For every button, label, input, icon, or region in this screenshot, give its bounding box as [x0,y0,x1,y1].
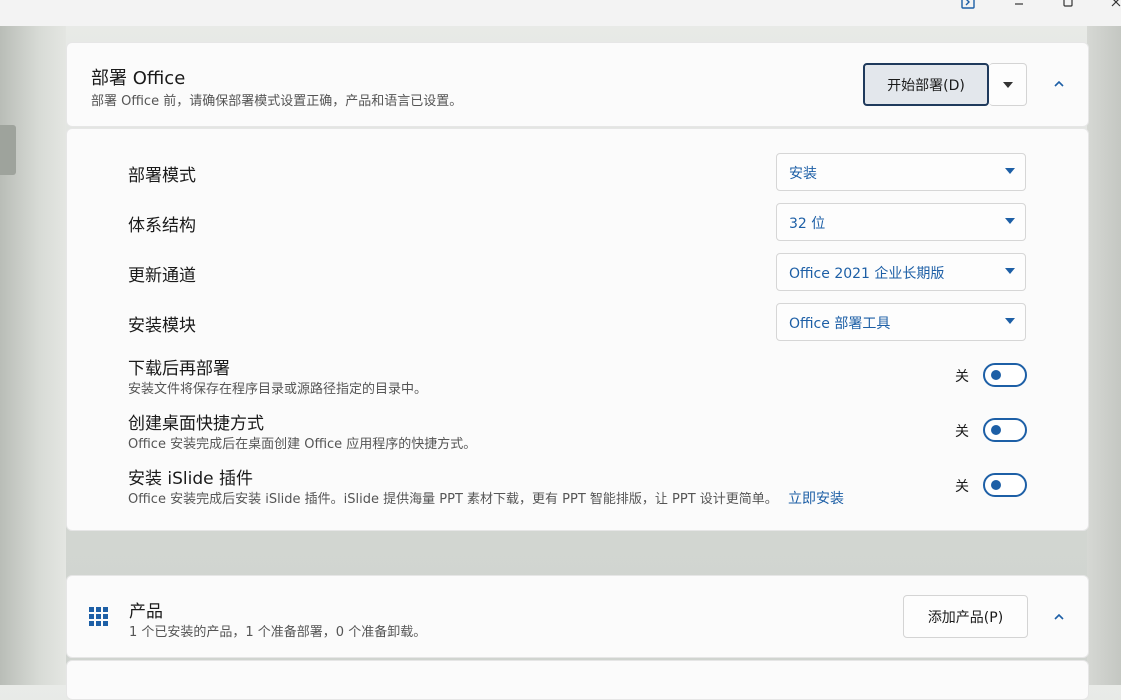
deploy-subtitle: 部署 Office 前，请确保部署模式设置正确，产品和语言已设置。 [91,94,463,109]
toggle-knob [991,425,1001,435]
toggle-knob [991,370,1001,380]
arch-label: 体系结构 [128,216,196,236]
module-value: Office 部署工具 [789,316,891,332]
islide-desc: Office 安装完成后安装 iSlide 插件。iSlide 提供海量 PPT… [128,492,778,507]
sidebar-toggle-icon[interactable] [958,0,978,10]
module-select[interactable]: Office 部署工具 [776,303,1026,341]
caret-down-icon [1005,218,1015,224]
islide-state: 关 [955,479,969,495]
module-label: 安装模块 [128,316,196,336]
desktop-shortcut-label: 创建桌面快捷方式 [128,414,264,434]
products-title: 产品 [129,602,163,622]
minimize-icon[interactable] [1009,0,1029,10]
caret-down-icon [1005,168,1015,174]
deploy-title: 部署 Office [91,68,186,89]
mode-select[interactable]: 安装 [776,153,1026,191]
islide-label: 安装 iSlide 插件 [128,469,254,489]
background-stripe [0,125,16,175]
channel-value: Office 2021 企业长期版 [789,266,945,282]
mode-value: 安装 [789,166,817,182]
deploy-header-card: 部署 Office 部署 Office 前，请确保部署模式设置正确，产品和语言已… [66,42,1089,127]
mode-label: 部署模式 [128,166,196,186]
islide-desc-row: Office 安装完成后安装 iSlide 插件。iSlide 提供海量 PPT… [128,488,844,508]
products-card: 产品 1 个已安装的产品，1 个准备部署，0 个准备卸载。 添加产品(P) [66,575,1089,658]
background-right [1087,25,1121,685]
arch-value: 32 位 [789,216,826,232]
close-icon[interactable] [1106,0,1121,10]
grid-icon [89,607,109,631]
deploy-options-dropdown[interactable] [989,63,1027,106]
caret-down-icon [1005,318,1015,324]
download-first-toggle[interactable] [983,363,1027,387]
download-first-state: 关 [955,369,969,385]
maximize-icon[interactable] [1058,0,1078,10]
toggle-knob [991,480,1001,490]
channel-select[interactable]: Office 2021 企业长期版 [776,253,1026,291]
desktop-shortcut-state: 关 [955,424,969,440]
start-deploy-button[interactable]: 开始部署(D) [863,63,989,106]
install-now-link[interactable]: 立即安装 [788,491,844,507]
caret-down-icon [1002,81,1013,88]
add-product-button[interactable]: 添加产品(P) [903,595,1028,638]
products-subtitle: 1 个已安装的产品，1 个准备部署，0 个准备卸载。 [129,625,427,640]
collapse-deploy-icon[interactable] [1048,73,1070,95]
desktop-shortcut-toggle[interactable] [983,418,1027,442]
download-first-label: 下载后再部署 [128,359,230,379]
caret-down-icon [1005,268,1015,274]
title-bar [0,0,1121,26]
desktop-shortcut-desc: Office 安装完成后在桌面创建 Office 应用程序的快捷方式。 [128,437,477,452]
islide-toggle[interactable] [983,473,1027,497]
channel-label: 更新通道 [128,266,196,286]
collapse-products-icon[interactable] [1048,606,1070,628]
download-first-desc: 安装文件将保存在程序目录或源路径指定的目录中。 [128,382,428,397]
next-card [66,660,1089,700]
background-left [0,25,66,685]
arch-select[interactable]: 32 位 [776,203,1026,241]
